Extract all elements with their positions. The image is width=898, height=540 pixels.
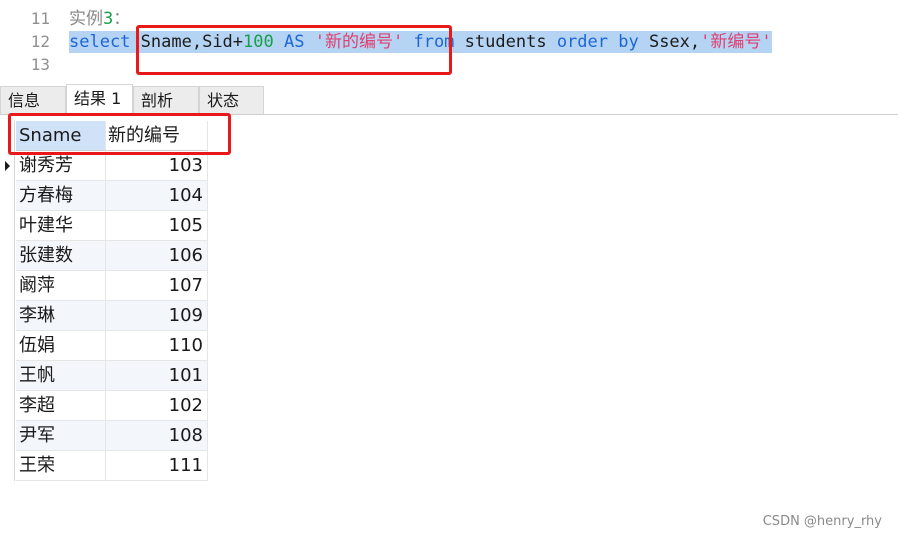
cell-new-id[interactable]: 110 <box>106 331 208 361</box>
cell-sname[interactable]: 叶建华 <box>16 211 106 241</box>
tab-label: 结果 1 <box>74 89 122 108</box>
tab-info[interactable]: 信息 <box>0 86 66 114</box>
tab-result-1[interactable]: 结果 1 <box>66 84 133 115</box>
tab-profile[interactable]: 剖析 <box>133 86 199 114</box>
cell-new-id[interactable]: 101 <box>106 361 208 391</box>
annotation-highlight-box-header <box>8 113 231 155</box>
watermark: CSDN @henry_rhy <box>762 514 882 529</box>
line-number: 12 <box>30 32 50 51</box>
comment-text: 实例3： <box>69 9 131 29</box>
table-row[interactable]: 叶建华 105 <box>0 211 208 241</box>
row-indicator <box>0 181 15 211</box>
table-row[interactable]: 阚萍 107 <box>0 271 208 301</box>
tab-label: 状态 <box>207 91 240 110</box>
table-row[interactable]: 李琳 109 <box>0 301 208 331</box>
cell-new-id[interactable]: 107 <box>106 271 208 301</box>
table-row[interactable]: 谢秀芳 103 <box>0 151 208 181</box>
cell-sname[interactable]: 王帆 <box>16 361 106 391</box>
sql-table-name: students <box>464 32 547 52</box>
row-indicator <box>0 151 15 181</box>
cell-sname[interactable]: 方春梅 <box>16 181 106 211</box>
row-indicator <box>0 391 15 421</box>
annotation-highlight-box <box>136 25 452 75</box>
table-row[interactable]: 王帆 101 <box>0 361 208 391</box>
tab-label: 剖析 <box>141 91 174 110</box>
table-row[interactable]: 王荣 111 <box>0 451 208 481</box>
cell-sname[interactable]: 谢秀芳 <box>16 151 106 181</box>
cell-new-id[interactable]: 108 <box>106 421 208 451</box>
sql-editor[interactable]: 11 实例3： 12 select Sname,Sid+100 AS '新的编号… <box>0 0 898 82</box>
result-tab-bar: 信息 结果 1 剖析 状态 <box>0 84 898 115</box>
row-indicator <box>0 211 15 241</box>
cell-new-id[interactable]: 104 <box>106 181 208 211</box>
cell-sname[interactable]: 李琳 <box>16 301 106 331</box>
cell-sname[interactable]: 王荣 <box>16 451 106 481</box>
sql-keyword-order-by: order by <box>556 32 639 52</box>
row-indicator <box>0 301 15 331</box>
row-indicator <box>0 331 15 361</box>
sql-order-string: '新编号' <box>700 32 772 52</box>
cell-sname[interactable]: 伍娟 <box>16 331 106 361</box>
row-indicator <box>0 451 15 481</box>
line-number: 11 <box>30 9 50 28</box>
cell-new-id[interactable]: 103 <box>106 151 208 181</box>
line-number: 13 <box>30 55 50 74</box>
tab-label: 信息 <box>8 91 41 110</box>
table-row[interactable]: 伍娟 110 <box>0 331 208 361</box>
table-row[interactable]: 方春梅 104 <box>0 181 208 211</box>
cell-new-id[interactable]: 106 <box>106 241 208 271</box>
sql-keyword-select: select <box>69 32 131 52</box>
cell-new-id[interactable]: 109 <box>106 301 208 331</box>
row-indicator <box>0 421 15 451</box>
row-indicator <box>0 361 15 391</box>
current-row-arrow-icon <box>5 161 10 171</box>
cell-new-id[interactable]: 111 <box>106 451 208 481</box>
table-row[interactable]: 李超 102 <box>0 391 208 421</box>
cell-sname[interactable]: 阚萍 <box>16 271 106 301</box>
cell-sname[interactable]: 张建数 <box>16 241 106 271</box>
cell-new-id[interactable]: 105 <box>106 211 208 241</box>
row-indicator <box>0 241 15 271</box>
sql-order-column: Ssex, <box>648 32 701 52</box>
cell-sname[interactable]: 李超 <box>16 391 106 421</box>
cell-sname[interactable]: 尹军 <box>16 421 106 451</box>
table-row[interactable]: 张建数 106 <box>0 241 208 271</box>
table-row[interactable]: 尹军 108 <box>0 421 208 451</box>
cell-new-id[interactable]: 102 <box>106 391 208 421</box>
row-indicator <box>0 271 15 301</box>
tab-status[interactable]: 状态 <box>199 86 264 114</box>
